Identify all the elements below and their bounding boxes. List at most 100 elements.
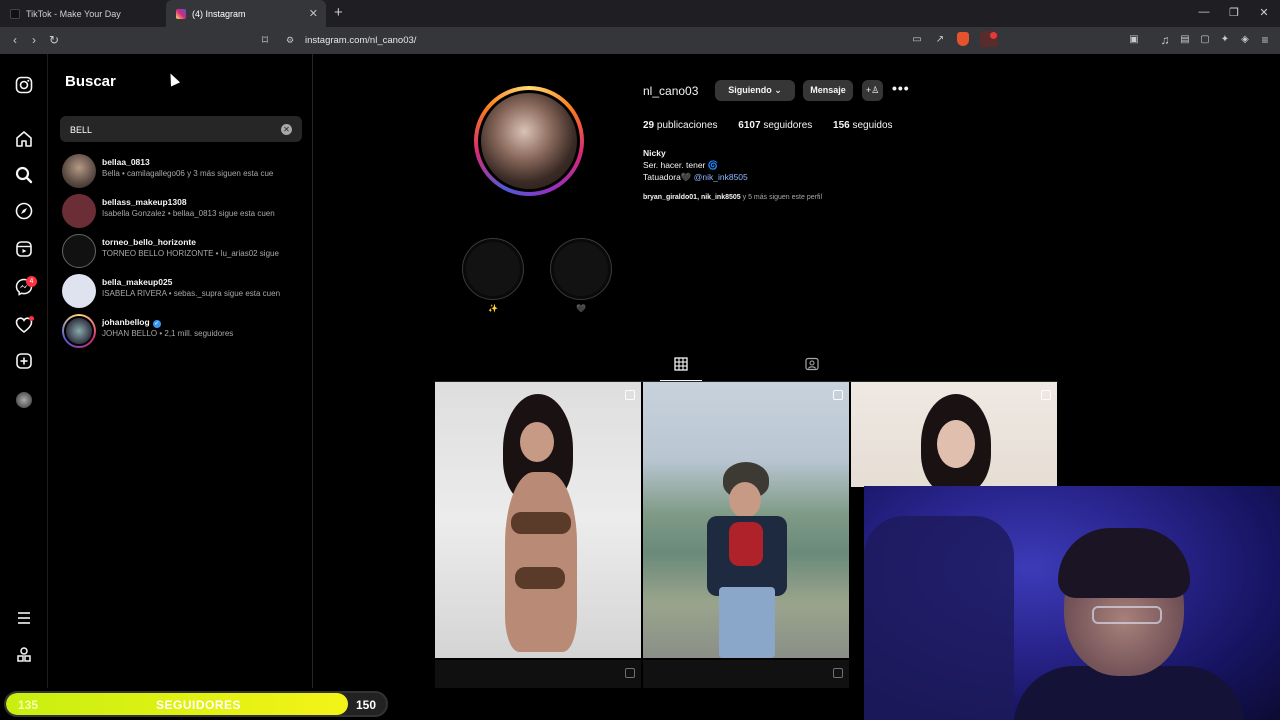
search-panel: Buscar BELL ✕ bellaa_0813 Bella • camila… [48, 54, 313, 688]
explore-icon[interactable] [14, 202, 34, 222]
instagram-left-nav: 4 [0, 54, 48, 688]
sidebar-icon[interactable]: ▣ [1127, 33, 1141, 47]
url-bar[interactable]: instagram.com/nl_cano03/ [305, 35, 416, 46]
result-subtitle: TORNEO BELLO HORIZONTE • lu_arias02 sigu… [102, 249, 279, 258]
search-result[interactable]: bella_makeup025 ISABELA RIVERA • sebas._… [60, 271, 310, 311]
post-thumbnail[interactable] [435, 660, 641, 688]
avatar [62, 194, 96, 228]
minimize-icon[interactable]: — [1197, 6, 1211, 18]
menu-icon[interactable]: ≡ [1258, 33, 1272, 47]
search-result[interactable]: johanbellog ✓ JOHAN BELLO • 2,1 mill. seg… [60, 311, 310, 351]
home-icon[interactable] [14, 130, 34, 150]
cast-icon[interactable]: ▭ [910, 33, 924, 47]
follower-progress-bar: 135 SEGUIDORES 150 [4, 691, 388, 717]
webcam-overlay [864, 486, 1280, 720]
reader-icon[interactable]: ▤ [1178, 33, 1192, 47]
reels-icon[interactable] [14, 240, 34, 260]
story-highlight[interactable] [462, 238, 524, 300]
profile-picture-border [478, 90, 580, 192]
posts-grid-tab-icon[interactable] [673, 357, 689, 373]
suggested-users-icon[interactable]: +♙ [862, 80, 883, 101]
bio-mention-link[interactable]: @nik_ink8505 [694, 172, 748, 182]
reload-icon[interactable]: ↻ [47, 33, 61, 47]
search-result[interactable]: bellaa_0813 Bella • camilagallego06 y 3 … [60, 151, 310, 191]
brave-shields-icon[interactable] [957, 32, 969, 46]
browser-tab-bar: TikTok - Make Your Day (4) Instagram ✕ +… [0, 0, 1280, 27]
leo-icon[interactable]: ✦ [1218, 33, 1232, 47]
avatar [62, 154, 96, 188]
search-icon[interactable] [14, 166, 34, 186]
story-highlight[interactable] [550, 238, 612, 300]
search-result[interactable]: bellass_makeup1308 Isabella Gonzalez • b… [60, 191, 310, 231]
more-options-icon[interactable]: ••• [892, 80, 910, 96]
profile-picture[interactable] [474, 86, 584, 196]
search-input[interactable]: BELL ✕ [60, 116, 302, 142]
profile-username: nl_cano03 [643, 84, 699, 98]
back-icon[interactable]: ‹ [8, 33, 22, 47]
verified-badge-icon: ✓ [152, 320, 161, 328]
music-icon[interactable]: ♫ [1158, 33, 1172, 47]
brave-rewards-icon[interactable] [980, 31, 998, 47]
site-info-icon[interactable]: ⚙ [283, 33, 297, 47]
wallet-icon[interactable]: ▢ [1198, 33, 1212, 47]
result-username: bellass_makeup1308 [102, 197, 187, 207]
followers-stat[interactable]: 6107 seguidores [738, 120, 812, 131]
post-thumbnail[interactable] [851, 382, 1057, 487]
followed-by[interactable]: bryan_giraldo01, nik_ink8505 y 5 más sig… [643, 194, 822, 201]
tagged-tab-icon[interactable] [804, 357, 820, 373]
instagram-icon [176, 8, 186, 19]
search-result[interactable]: torneo_bello_horizonte TORNEO BELLO HORI… [60, 231, 310, 271]
message-button[interactable]: Mensaje [803, 80, 853, 101]
close-window-icon[interactable]: ✕ [1257, 6, 1271, 19]
forward-icon[interactable]: › [27, 33, 41, 47]
post-figure [505, 472, 577, 652]
new-tab-button[interactable]: + [334, 4, 343, 21]
post-figure [520, 422, 554, 462]
emoji-icon: 🌀 [707, 160, 719, 170]
share-icon[interactable]: ↗ [933, 33, 947, 47]
highlight-label: 🖤 [576, 304, 586, 313]
carousel-icon [1041, 390, 1051, 400]
following-label: Siguiendo [728, 85, 772, 95]
profile-avatar-icon[interactable] [14, 390, 34, 410]
result-username: torneo_bello_horizonte [102, 237, 196, 247]
search-panel-title: Buscar [65, 73, 116, 90]
carousel-icon [833, 668, 843, 678]
tab-tiktok[interactable]: TikTok - Make Your Day [0, 0, 166, 27]
maximize-icon[interactable]: ❐ [1227, 6, 1241, 19]
more-menu-icon[interactable] [14, 609, 34, 629]
instagram-logo-icon[interactable] [14, 76, 34, 96]
rewards-badge [990, 32, 997, 39]
post-figure [729, 482, 761, 518]
tiktok-icon [10, 8, 20, 19]
webcam-person [1058, 528, 1190, 598]
threads-apps-icon[interactable] [14, 646, 34, 666]
following-stat[interactable]: 156 seguidos [833, 120, 893, 131]
create-icon[interactable] [14, 352, 34, 372]
browser-toolbar: ‹ › ↻ ⌑ ⚙ instagram.com/nl_cano03/ ▭ ↗ ▣… [0, 27, 1280, 54]
post-thumbnail[interactable] [643, 660, 849, 688]
post-figure [511, 512, 571, 534]
post-thumbnail[interactable] [435, 382, 641, 658]
profile-picture-image [481, 93, 577, 189]
follower-goal-overlay: 135 SEGUIDORES 150 [0, 688, 864, 720]
following-button[interactable]: Siguiendo ⌄ [715, 80, 795, 101]
notifications-dot [29, 316, 34, 321]
tab-instagram[interactable]: (4) Instagram ✕ [166, 0, 326, 27]
post-thumbnail[interactable] [643, 382, 849, 658]
result-subtitle: JOHAN BELLO • 2,1 mill. seguidores [102, 329, 234, 338]
profile-bio: Nicky Ser. hacer. tener 🌀 Tatuadora🖤 @ni… [643, 147, 748, 183]
highlight-cover [554, 242, 608, 296]
chevron-down-icon: ⌄ [774, 85, 782, 95]
avatar [62, 314, 96, 348]
result-subtitle: Bella • camilagallego06 y 3 más siguen e… [102, 169, 274, 178]
avatar [62, 234, 96, 268]
tab-title: TikTok - Make Your Day [26, 8, 121, 19]
close-tab-icon[interactable]: ✕ [309, 7, 318, 20]
result-username: bellaa_0813 [102, 157, 150, 167]
post-figure [729, 522, 763, 566]
bookmark-icon[interactable]: ⌑ [258, 33, 272, 47]
clear-search-icon[interactable]: ✕ [281, 124, 292, 135]
vpn-icon[interactable]: ◈ [1238, 33, 1252, 47]
messages-badge: 4 [26, 276, 37, 287]
